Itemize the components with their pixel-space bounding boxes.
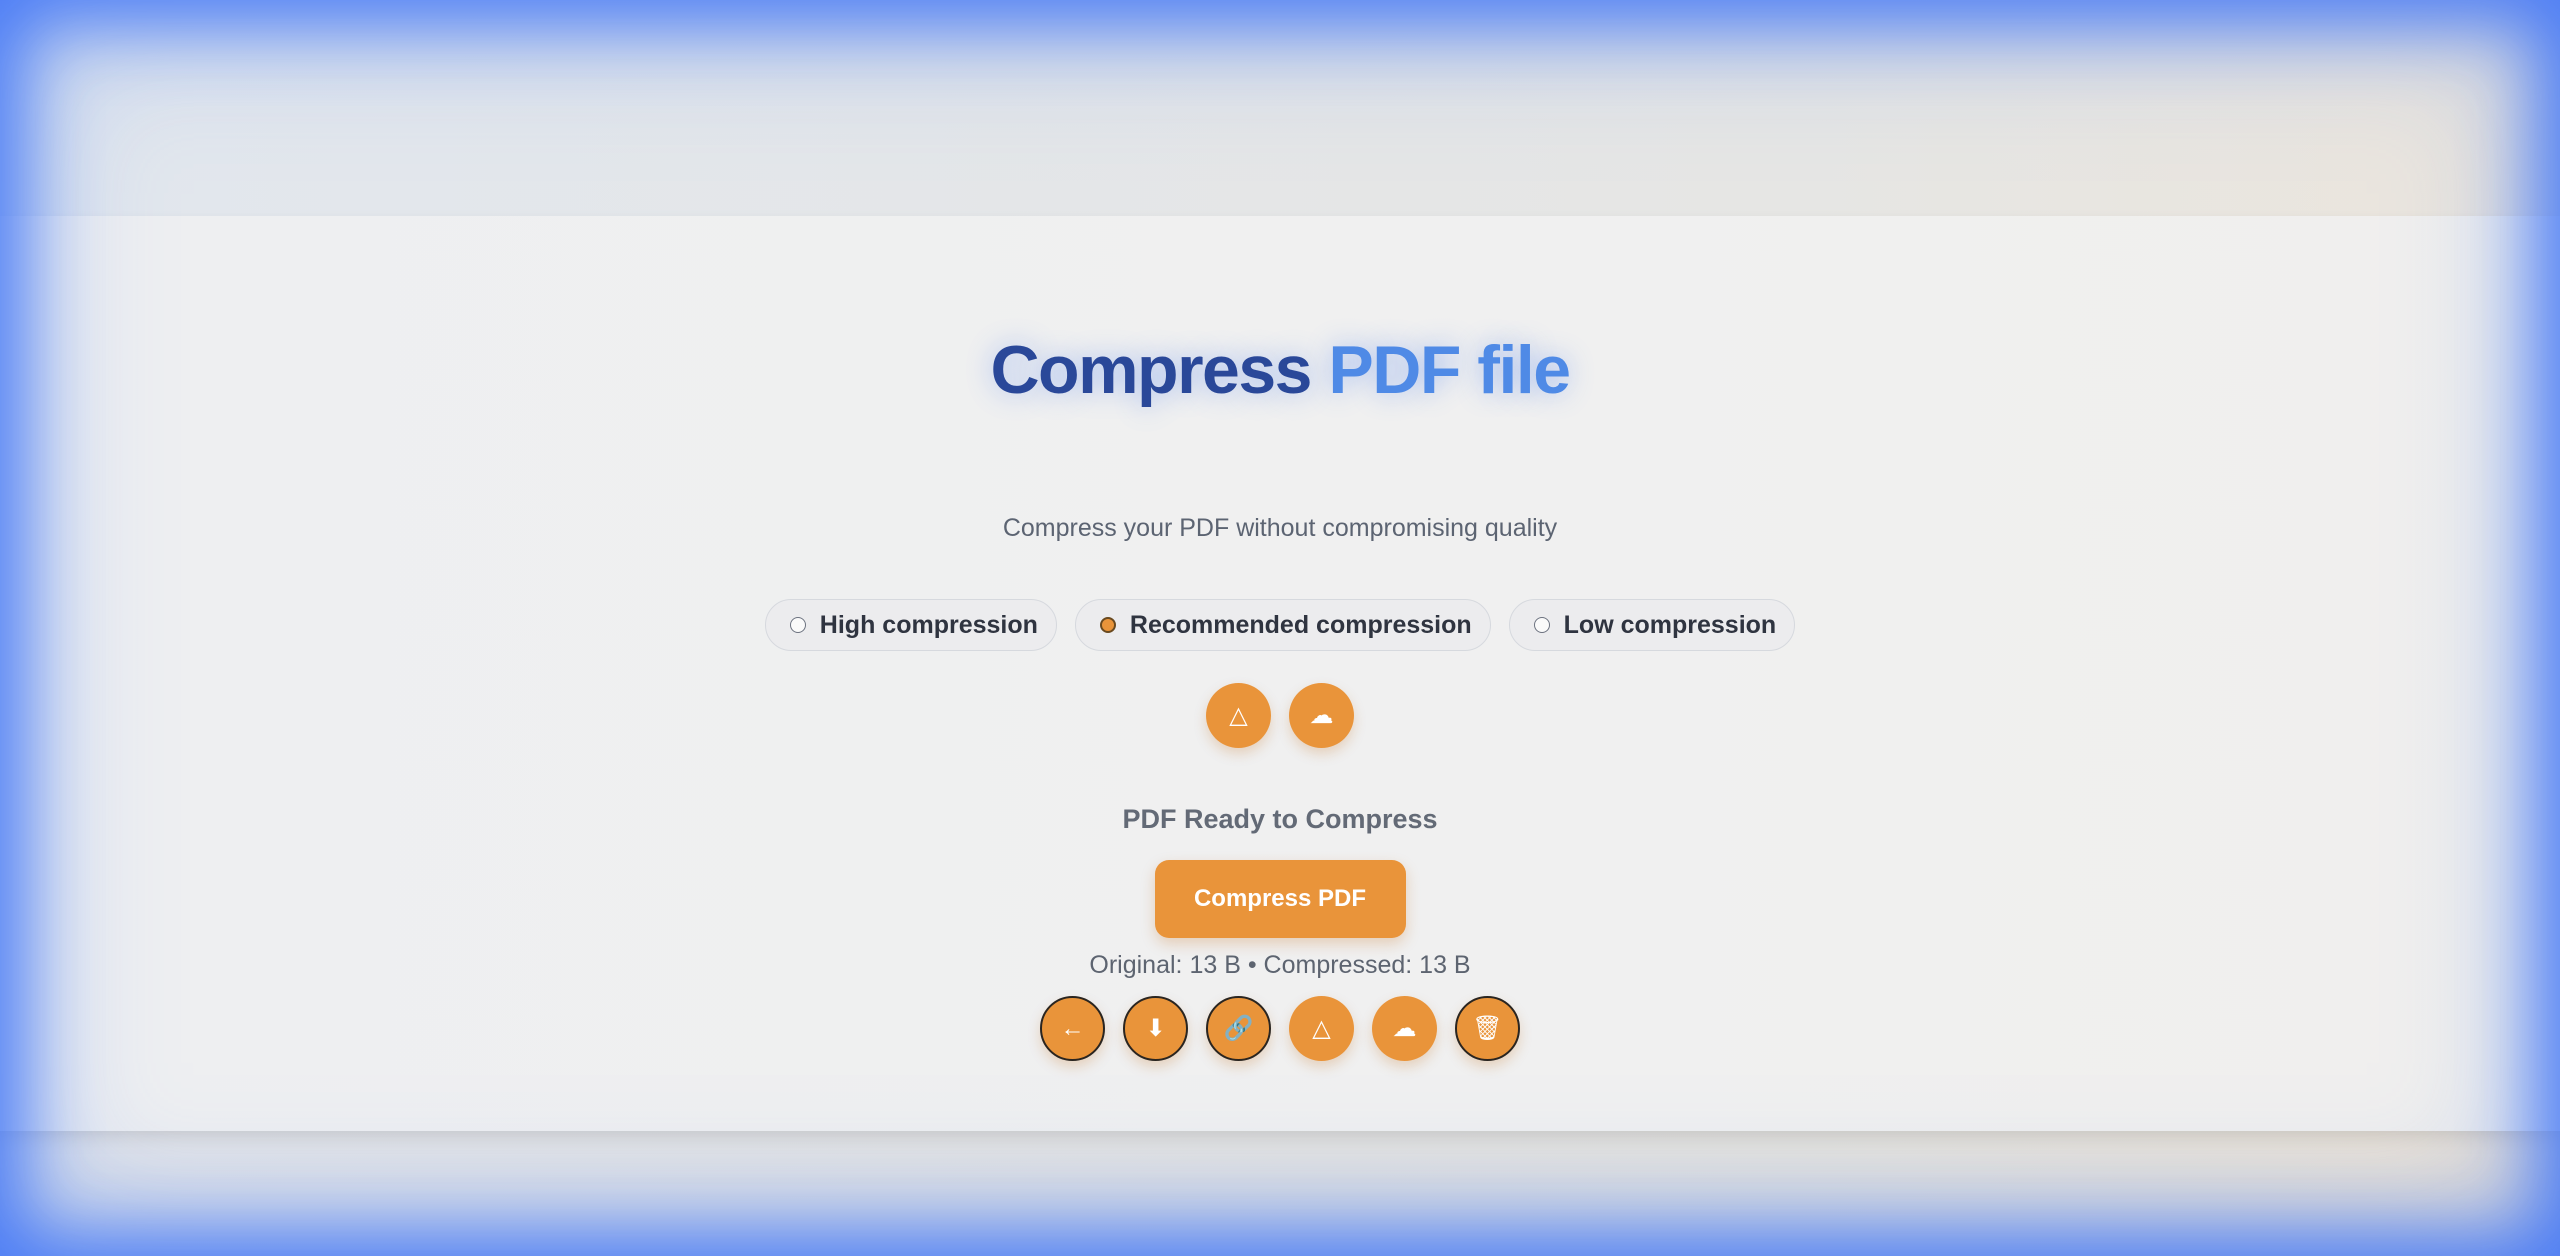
google-drive-icon: △ xyxy=(1312,1014,1331,1042)
radio-high-compression[interactable] xyxy=(789,617,806,633)
copy-link-button[interactable]: 🔗 xyxy=(1206,996,1271,1061)
file-size-info: Original: 13 B • Compressed: 13 B xyxy=(0,948,2560,982)
save-to-cloud-button[interactable]: ☁ xyxy=(1372,996,1437,1061)
google-drive-icon: △ xyxy=(1229,701,1248,729)
delete-button[interactable]: 🗑 xyxy=(1455,996,1520,1061)
original-size-value: 13 B xyxy=(1189,951,1241,979)
page-title: Compress PDF file xyxy=(0,330,2560,410)
save-to-google-drive-button[interactable]: △ xyxy=(1289,996,1354,1061)
google-drive-button[interactable]: △ xyxy=(1206,683,1271,748)
radio-low-compression[interactable] xyxy=(1533,617,1550,633)
original-size-label: Original: xyxy=(1089,951,1183,979)
link-icon: 🔗 xyxy=(1223,1014,1254,1042)
download-button[interactable]: ⬇ xyxy=(1123,996,1188,1061)
page-subtitle: Compress your PDF without compromising q… xyxy=(1002,514,1558,542)
trash-icon: 🗑 xyxy=(1472,1014,1503,1042)
option-recommended-compression[interactable]: Recommended compression xyxy=(1074,599,1491,651)
compressed-size-label: Compressed: xyxy=(1263,951,1413,979)
bottom-band xyxy=(0,1131,2560,1256)
arrow-left-icon: ← xyxy=(1060,1014,1085,1042)
result-actions-row: ← ⬇ 🔗 △ ☁ 🗑 xyxy=(0,996,2560,1061)
option-high-compression[interactable]: High compression xyxy=(764,599,1057,651)
size-separator: • xyxy=(1247,951,1257,979)
cloud-upload-button[interactable]: ☁ xyxy=(1289,683,1354,748)
back-button[interactable]: ← xyxy=(1040,996,1105,1061)
compression-options: High compression Recommended compression… xyxy=(0,599,2560,651)
option-label: High compression xyxy=(819,610,1038,639)
download-icon: ⬇ xyxy=(1145,1014,1166,1042)
option-label: Low compression xyxy=(1563,610,1777,639)
cloud-icon: ☁ xyxy=(1392,1014,1417,1042)
compressed-size-value: 13 B xyxy=(1419,951,1471,979)
compress-pdf-button[interactable]: Compress PDF xyxy=(1154,860,1406,938)
radio-recommended-compression[interactable] xyxy=(1099,617,1116,633)
upload-source-row: △ ☁ xyxy=(0,683,2560,748)
page-title-secondary: PDF file xyxy=(1328,332,1571,408)
top-band xyxy=(0,0,2560,216)
option-label: Recommended compression xyxy=(1129,610,1472,639)
option-low-compression[interactable]: Low compression xyxy=(1508,599,1796,651)
compress-button-wrap: Compress PDF xyxy=(0,860,2560,938)
cloud-icon: ☁ xyxy=(1309,701,1334,729)
page-title-primary: Compress xyxy=(990,332,1312,408)
status-text: PDF Ready to Compress xyxy=(1122,804,1438,834)
